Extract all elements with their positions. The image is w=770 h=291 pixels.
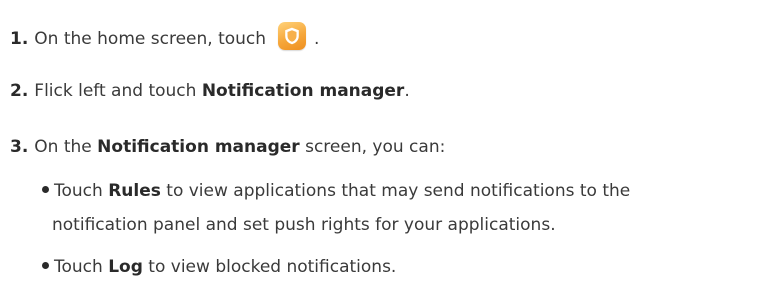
step-3: 3. On the Notification manager screen, yo… xyxy=(10,136,445,158)
step-text-end: screen, you can: xyxy=(299,137,446,157)
bullet-dot xyxy=(42,261,49,269)
bullet-item-rules-line2: notification panel and set push rights f… xyxy=(52,214,556,236)
bullet-item-log: Touch Log to view blocked notifications. xyxy=(42,256,396,278)
bullet-text: Touch xyxy=(54,181,109,201)
bullet-bold-term: Rules xyxy=(108,181,161,201)
step-text: Flick left and touch xyxy=(34,81,202,101)
bullet-text: Touch xyxy=(54,257,109,277)
step-text-end: . xyxy=(404,81,410,101)
step-bold-term: Notification manager xyxy=(201,81,405,101)
step-text: On the xyxy=(34,137,98,157)
bullet-text-cont: to view applications that may send notif… xyxy=(160,181,631,201)
bullet-bold-term: Log xyxy=(108,257,143,277)
bullet-item-rules: Touch Rules to view applications that ma… xyxy=(42,180,630,202)
instructions-document: 1. On the home screen, touch. 2. Flick lef… xyxy=(0,0,770,291)
step-number: 1. xyxy=(10,29,29,49)
bullet-dot xyxy=(42,185,49,193)
bullet-text-end: to view blocked notifications. xyxy=(142,257,397,277)
step-number: 3. xyxy=(10,137,29,157)
step-text: On the home screen, touch xyxy=(34,29,267,49)
phone-manager-shield-icon xyxy=(278,22,307,50)
step-number: 2. xyxy=(10,81,29,101)
step-2: 2. Flick left and touch Notification mana… xyxy=(10,80,410,102)
step-text-end: . xyxy=(314,29,320,49)
step-bold-term: Notification manager xyxy=(97,137,300,157)
bullet-text-line2: notification panel and set push rights f… xyxy=(52,215,556,235)
step-1: 1. On the home screen, touch. xyxy=(10,22,320,53)
